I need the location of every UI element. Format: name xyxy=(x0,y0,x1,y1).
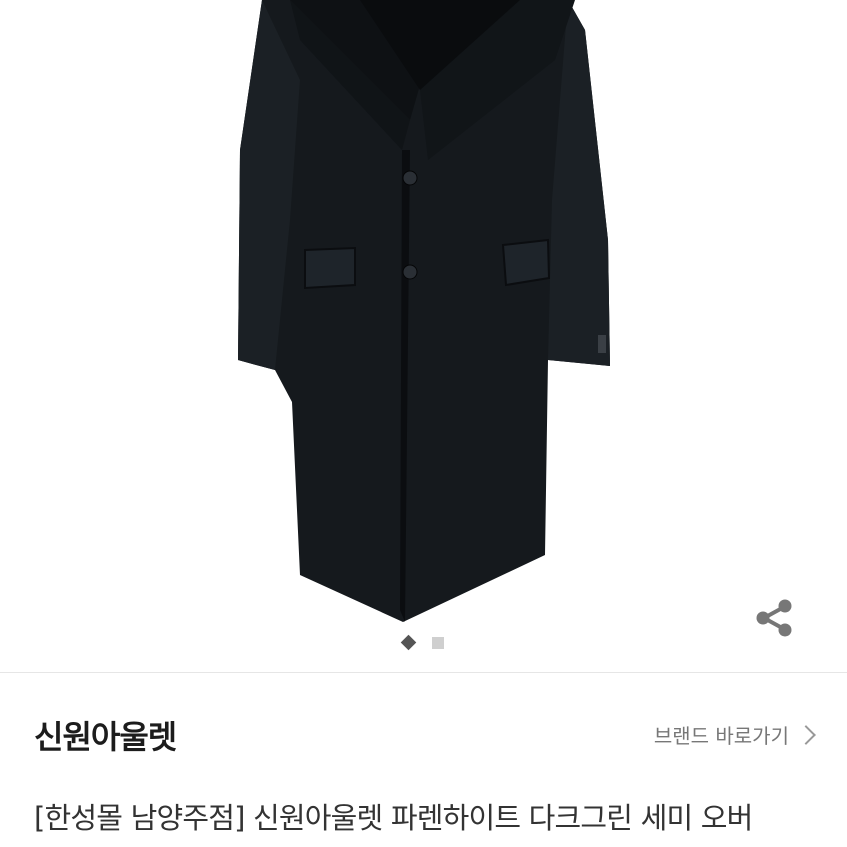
brand-row: 신원아울렛 브랜드 바로가기 xyxy=(0,700,847,770)
pagination-dot[interactable] xyxy=(432,637,444,649)
brand-link-label: 브랜드 바로가기 xyxy=(653,724,789,748)
divider xyxy=(0,672,847,673)
product-image-carousel[interactable] xyxy=(0,0,847,672)
chevron-right-icon xyxy=(796,724,816,745)
product-image xyxy=(238,0,610,622)
product-title: [한성몰 남양주점] 신원아울렛 파렌하이트 다크그린 세미 오버 xyxy=(34,801,753,835)
pagination-dot-active[interactable] xyxy=(400,634,417,651)
carousel-pagination xyxy=(0,634,847,654)
brand-shortcut-link[interactable]: 브랜드 바로가기 xyxy=(653,720,816,749)
brand-name: 신원아울렛 xyxy=(34,718,177,756)
